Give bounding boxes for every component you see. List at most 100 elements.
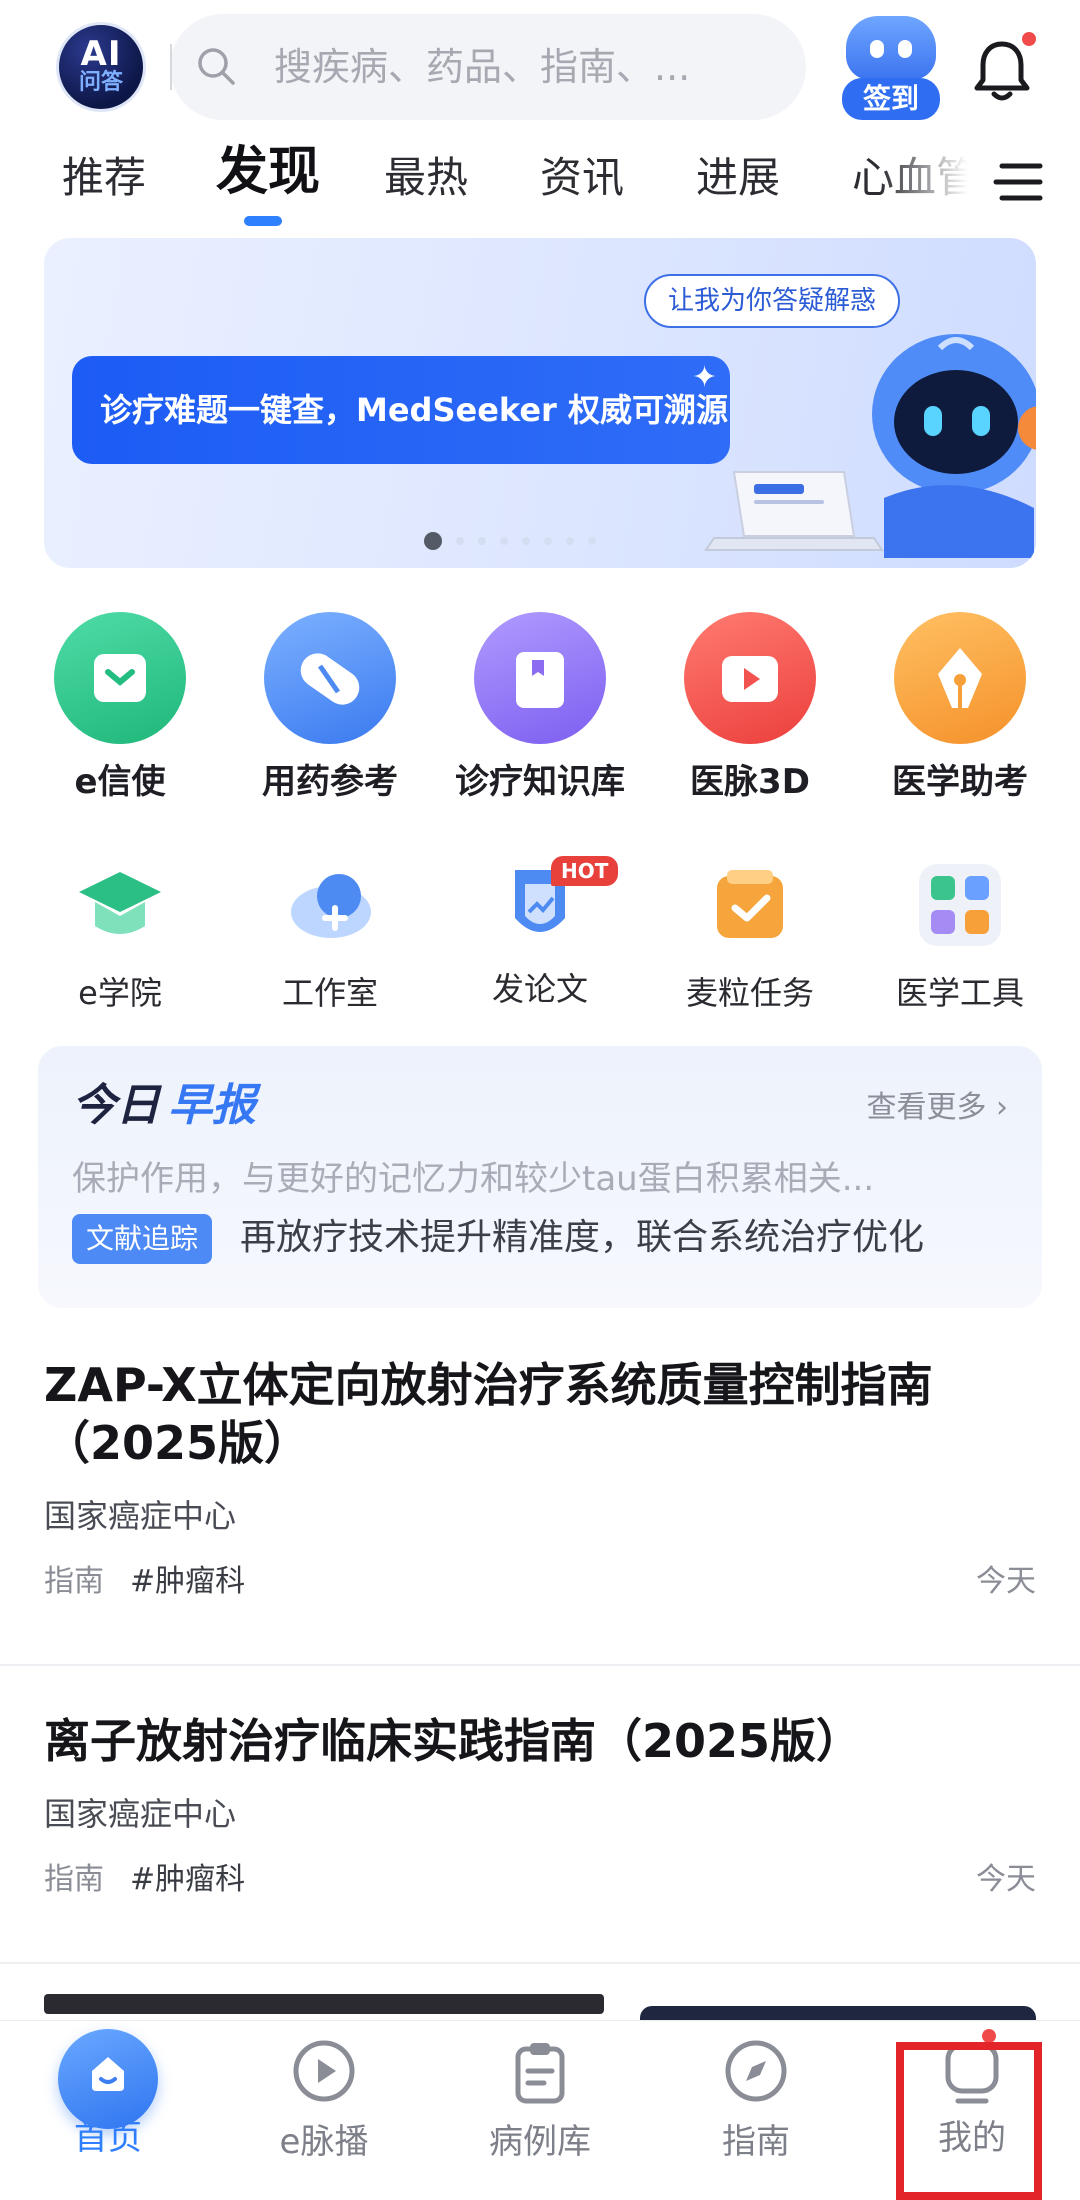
article-title: ZAP-X立体定向放射治疗系统质量控制指南（2025版） bbox=[44, 1358, 933, 1470]
nav-guidelines[interactable]: 指南 bbox=[676, 2035, 836, 2165]
notification-button[interactable] bbox=[972, 32, 1036, 104]
robot-mascot-icon bbox=[846, 16, 936, 80]
shortcut-label: 医学工具 bbox=[895, 974, 1024, 1012]
active-tab-indicator bbox=[244, 216, 282, 226]
tab-progress[interactable]: 进展 bbox=[696, 150, 780, 206]
search-icon bbox=[198, 48, 235, 85]
nav-label: e脉播 bbox=[279, 2122, 369, 2162]
article-date: 今天 bbox=[976, 1564, 1036, 1599]
ai-logo-text: AI bbox=[80, 34, 122, 74]
article-type: 指南 bbox=[44, 1862, 104, 1897]
tab-fade-overlay bbox=[880, 140, 990, 230]
menu-icon[interactable] bbox=[992, 156, 1044, 208]
article-card[interactable]: 离子放射治疗临床实践指南（2025版） 国家癌症中心 指南 #肿瘤科 今天 bbox=[44, 1712, 1036, 1900]
shortcut-label: 工作室 bbox=[281, 974, 378, 1012]
nav-e-live[interactable]: e脉播 bbox=[244, 2035, 404, 2165]
pill-icon bbox=[264, 612, 396, 744]
divider bbox=[0, 1962, 1080, 1964]
primary-shortcuts: e信使 用药参考 诊疗知识库 医脉3D 医学助考 bbox=[0, 612, 1080, 812]
article-topic-tag[interactable]: #肿瘤科 bbox=[130, 1862, 245, 1897]
shortcut-e-messenger[interactable]: e信使 bbox=[30, 612, 210, 804]
daily-title-today: 今日 bbox=[72, 1080, 160, 1131]
ai-qa-logo-button[interactable]: AI 问答 bbox=[56, 22, 146, 112]
pagination-dot bbox=[544, 537, 552, 545]
robot-mascot-illustration bbox=[872, 334, 1036, 558]
clipboard-icon bbox=[515, 2043, 565, 2104]
task-check-icon bbox=[717, 870, 783, 938]
search-placeholder: 搜疾病、药品、指南、... bbox=[274, 45, 691, 89]
shortcut-maili-tasks[interactable]: 麦粒任务 bbox=[660, 860, 840, 1014]
shortcut-publish-paper[interactable]: HOT 发论文 bbox=[450, 856, 630, 1010]
shortcut-label: e学院 bbox=[78, 974, 162, 1012]
banner-pagination bbox=[424, 530, 610, 550]
article-date: 今天 bbox=[976, 1862, 1036, 1897]
category-tabs: 推荐 发现 最热 资讯 进展 心血管 bbox=[0, 140, 1080, 240]
pagination-dot bbox=[522, 537, 530, 545]
nav-label: 指南 bbox=[722, 2122, 790, 2162]
home-icon bbox=[58, 2029, 158, 2129]
shortcut-exam-assistant[interactable]: 医学助考 bbox=[870, 612, 1050, 804]
shortcut-yimai-3d[interactable]: 医脉3D bbox=[660, 612, 840, 804]
robot-eye-right bbox=[898, 40, 912, 58]
shortcut-label: 麦粒任务 bbox=[685, 974, 814, 1012]
shortcut-studio[interactable]: 工作室 bbox=[240, 860, 420, 1014]
shortcut-knowledge-base[interactable]: 诊疗知识库 bbox=[450, 612, 630, 804]
daily-title-report: 早报 bbox=[168, 1080, 256, 1131]
daily-headline[interactable]: 再放疗技术提升精准度，联合系统治疗优化 bbox=[240, 1212, 924, 1264]
tools-grid-icon bbox=[919, 864, 1001, 946]
next-article-peek bbox=[44, 1994, 604, 2014]
tab-discover[interactable]: 发现 bbox=[216, 144, 320, 200]
notification-dot bbox=[1022, 32, 1036, 46]
compass-icon bbox=[725, 2040, 787, 2102]
banner-headline: 诊疗难题一键查，MedSeeker 权威可溯源 bbox=[72, 356, 730, 464]
cloud-plus-icon bbox=[291, 874, 371, 938]
shortcut-e-academy[interactable]: e学院 bbox=[30, 860, 210, 1014]
tab-recommend[interactable]: 推荐 bbox=[62, 150, 146, 206]
graduation-cap-icon bbox=[79, 872, 161, 934]
literature-tracking-tag: 文献追踪 bbox=[72, 1214, 213, 1264]
promo-banner[interactable]: 让我为你答疑解惑 诊疗难题一键查，MedSeeker 权威可溯源 ✦ bbox=[44, 238, 1036, 568]
daily-headline-faded[interactable]: 保护作用，与更好的记忆力和较少tau蛋白积累相关... bbox=[72, 1156, 1022, 1202]
nav-label: 病例库 bbox=[489, 2122, 591, 2162]
daily-report-card[interactable]: 今日 早报 查看更多 › 保护作用，与更好的记忆力和较少tau蛋白积累相关...… bbox=[38, 1046, 1042, 1308]
shortcut-label: 用药参考 bbox=[262, 762, 398, 802]
play-icon bbox=[684, 612, 816, 744]
shortcut-label: 医脉3D bbox=[690, 762, 810, 802]
pagination-dot bbox=[456, 537, 464, 545]
nav-home[interactable]: 首页 bbox=[28, 2029, 188, 2161]
view-more-link[interactable]: 查看更多 › bbox=[866, 1088, 1008, 1128]
shortcut-label: 发论文 bbox=[491, 970, 588, 1008]
divider bbox=[0, 1664, 1080, 1666]
shortcut-drug-reference[interactable]: 用药参考 bbox=[240, 612, 420, 804]
article-meta: 指南 #肿瘤科 今天 bbox=[44, 1562, 1036, 1602]
paper-shield-icon: HOT bbox=[495, 856, 619, 950]
search-bar[interactable]: 搜疾病、药品、指南、... bbox=[170, 14, 806, 120]
hot-badge: HOT bbox=[551, 856, 619, 886]
search-divider bbox=[170, 44, 172, 90]
pagination-dot bbox=[566, 537, 574, 545]
top-bar: AI 问答 搜疾病、药品、指南、... 签到 bbox=[0, 0, 1080, 130]
article-meta: 指南 #肿瘤科 今天 bbox=[44, 1860, 1036, 1900]
play-circle-icon bbox=[293, 2040, 355, 2102]
tab-hottest[interactable]: 最热 bbox=[384, 150, 468, 206]
shortcut-label: 诊疗知识库 bbox=[455, 762, 625, 802]
tab-news[interactable]: 资讯 bbox=[540, 150, 624, 206]
pagination-dot-active bbox=[424, 531, 442, 550]
article-source: 国家癌症中心 bbox=[44, 1497, 237, 1535]
shortcut-medical-tools[interactable]: 医学工具 bbox=[870, 860, 1050, 1014]
article-topic-tag[interactable]: #肿瘤科 bbox=[130, 1564, 245, 1599]
ai-logo-subtext: 问答 bbox=[78, 70, 123, 95]
secondary-shortcuts: e学院 工作室 HOT 发论文 麦粒任务 医学工具 bbox=[0, 856, 1080, 1020]
article-card[interactable]: ZAP-X立体定向放射治疗系统质量控制指南（2025版） 国家癌症中心 指南 #肿… bbox=[44, 1356, 1036, 1602]
pagination-dot bbox=[588, 537, 596, 545]
book-icon bbox=[474, 612, 606, 744]
pagination-dot bbox=[478, 537, 486, 545]
bell-icon bbox=[974, 41, 1030, 101]
shortcut-label: e信使 bbox=[74, 762, 166, 802]
signin-label: 签到 bbox=[842, 78, 940, 120]
signin-button[interactable]: 签到 bbox=[838, 16, 944, 120]
pen-icon bbox=[894, 612, 1026, 744]
chat-icon bbox=[54, 612, 186, 744]
shortcut-label: 医学助考 bbox=[892, 762, 1028, 802]
nav-case-library[interactable]: 病例库 bbox=[460, 2035, 620, 2165]
